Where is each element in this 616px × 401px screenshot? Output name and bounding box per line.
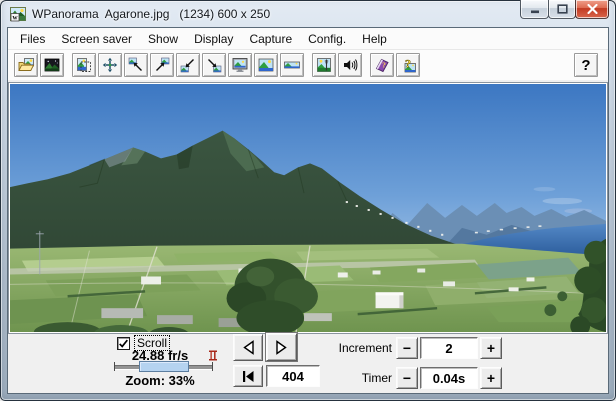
context-help-button[interactable]: ?	[396, 53, 420, 77]
slider-thumb[interactable]	[139, 361, 189, 372]
window-title: WPanorama Agarone.jpg (1234) 600 x 250	[32, 7, 270, 21]
full-screen-button[interactable]	[228, 53, 252, 77]
svg-text:?: ?	[382, 61, 386, 70]
scroll-up-left-button[interactable]	[124, 53, 148, 77]
skip-to-start-icon	[241, 370, 255, 383]
arrow-down-left-icon	[180, 57, 196, 73]
scroll-right-button[interactable]	[266, 333, 297, 361]
screensaver-button[interactable]	[40, 53, 64, 77]
image-mast-icon	[316, 57, 332, 73]
image-question-icon: ?	[400, 57, 416, 73]
position-field[interactable]: 404	[266, 365, 320, 387]
monitor-image-icon	[232, 57, 248, 73]
copy-image-button[interactable]	[72, 53, 96, 77]
check-icon	[118, 338, 129, 349]
arrow-up-right-icon	[154, 57, 170, 73]
image-icon	[258, 57, 274, 73]
window-controls	[521, 0, 609, 19]
right-triangle-icon	[275, 340, 288, 355]
left-triangle-icon	[242, 340, 255, 355]
scroll-down-left-button[interactable]	[176, 53, 200, 77]
panorama-image[interactable]	[10, 84, 606, 332]
minimize-button[interactable]	[520, 0, 549, 19]
zoom-value: Zoom: 33%	[110, 373, 210, 388]
menu-display[interactable]: Display	[186, 28, 241, 50]
client-area: Files Screen saver Show Display Capture …	[8, 28, 608, 393]
close-button[interactable]	[575, 0, 609, 19]
increment-plus-button[interactable]: +	[480, 337, 502, 359]
pan-button[interactable]	[98, 53, 122, 77]
increment-minus-button[interactable]: −	[396, 337, 418, 359]
menu-config[interactable]: Config.	[300, 28, 354, 50]
scroll-left-button[interactable]	[233, 334, 263, 361]
scroll-down-right-button[interactable]	[202, 53, 226, 77]
pan-arrows-icon	[102, 57, 118, 73]
help-button[interactable]: ?	[574, 53, 598, 77]
fit-window-button[interactable]	[254, 53, 278, 77]
timer-field[interactable]: 0.04s	[420, 367, 478, 389]
panorama-viewer	[8, 82, 608, 334]
menu-bar: Files Screen saver Show Display Capture …	[8, 28, 608, 50]
title-bar[interactable]: w WPanorama Agarone.jpg (1234) 600 x 250	[0, 0, 616, 28]
copy-image-icon	[76, 57, 92, 73]
scroll-position-slider[interactable]	[113, 360, 214, 373]
menu-screen-saver[interactable]: Screen saver	[53, 28, 140, 50]
wide-image-icon	[284, 57, 300, 73]
menu-files[interactable]: Files	[12, 28, 53, 50]
app-window: w WPanorama Agarone.jpg (1234) 600 x 250…	[0, 0, 616, 401]
speaker-icon	[342, 57, 358, 73]
svg-text:?: ?	[405, 57, 411, 71]
book-icon: ?	[374, 57, 390, 73]
menu-help[interactable]: Help	[354, 28, 395, 50]
night-image-icon	[44, 57, 60, 73]
app-icon[interactable]: w	[10, 6, 26, 22]
arrow-up-left-icon	[128, 57, 144, 73]
arrow-down-right-icon	[206, 57, 222, 73]
timer-plus-button[interactable]: +	[480, 367, 502, 389]
scroll-up-right-button[interactable]	[150, 53, 174, 77]
menu-capture[interactable]: Capture	[241, 28, 300, 50]
timer-label: Timer	[318, 371, 392, 385]
slider-end-tick	[212, 362, 213, 371]
menu-show[interactable]: Show	[140, 28, 186, 50]
increment-field[interactable]: 2	[420, 337, 478, 359]
increment-label: Increment	[318, 341, 392, 355]
panorama-strip-button[interactable]	[280, 53, 304, 77]
go-to-start-button[interactable]	[233, 365, 263, 387]
landscape-mast-button[interactable]	[312, 53, 336, 77]
open-button[interactable]	[14, 53, 38, 77]
control-panel: Scroll 24.88 fr/s Zoom: 33%	[8, 334, 608, 393]
toolbar: ? ? ?	[8, 50, 608, 80]
help-book-button[interactable]: ?	[370, 53, 394, 77]
folder-image-icon	[18, 57, 35, 73]
timer-minus-button[interactable]: −	[396, 367, 418, 389]
sound-button[interactable]	[338, 53, 362, 77]
maximize-button[interactable]	[548, 0, 576, 19]
